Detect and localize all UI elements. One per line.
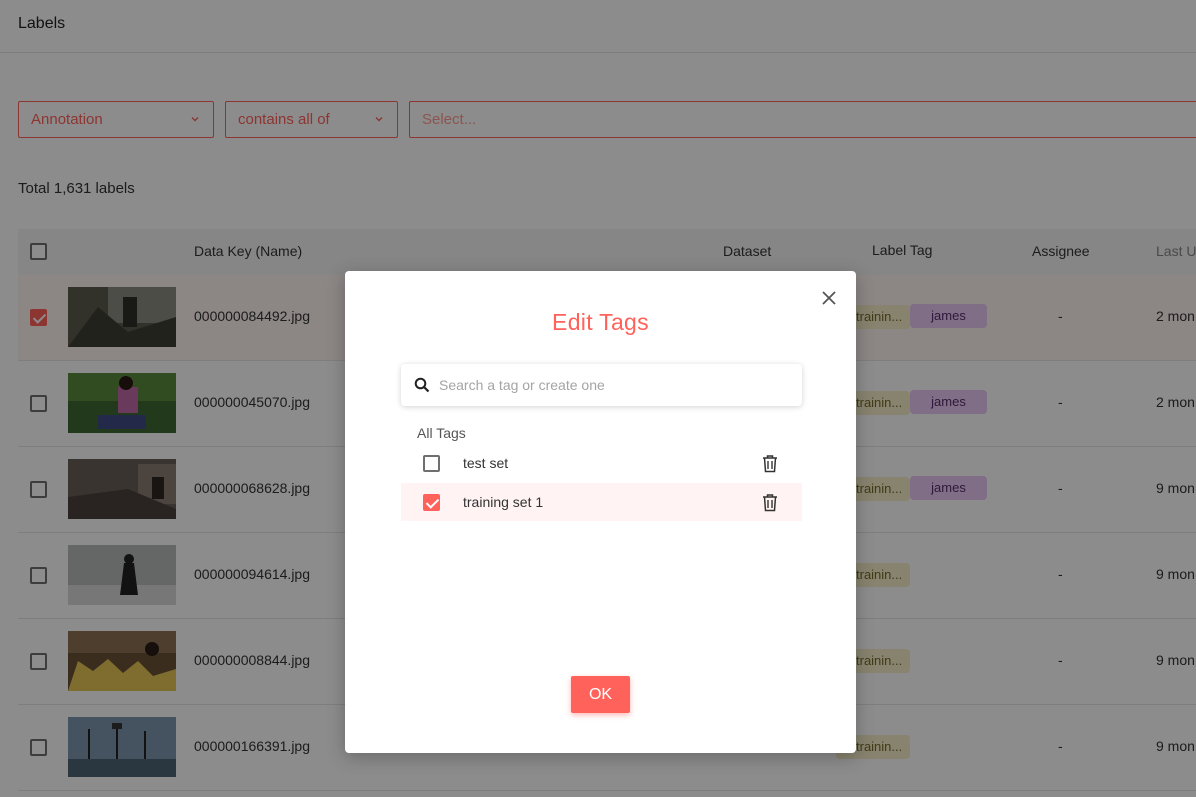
tag-item-training-set-1[interactable]: training set 1 (401, 483, 802, 521)
tag-item-test-set[interactable]: test set (401, 444, 802, 482)
tag-name: training set 1 (463, 494, 544, 510)
close-icon[interactable] (820, 289, 838, 307)
trash-icon[interactable] (761, 493, 779, 512)
tag-checkbox[interactable] (423, 494, 440, 511)
edit-tags-dialog: Edit Tags All Tags test set training set… (345, 271, 856, 753)
dialog-title: Edit Tags (552, 309, 649, 335)
tag-search-input[interactable] (439, 364, 794, 406)
all-tags-label: All Tags (417, 425, 466, 441)
tag-checkbox[interactable] (423, 455, 440, 472)
tag-name: test set (463, 455, 509, 471)
tag-search-box[interactable] (401, 364, 802, 406)
ok-button[interactable]: OK (571, 676, 630, 713)
search-icon (414, 377, 430, 393)
trash-icon[interactable] (761, 454, 779, 473)
